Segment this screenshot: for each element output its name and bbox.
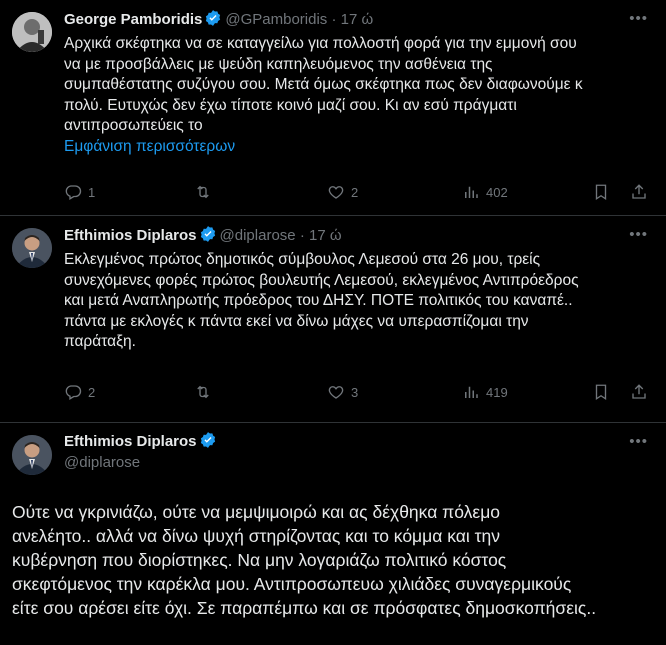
more-dots-icon[interactable]: ••• [629, 433, 648, 450]
views-icon [465, 386, 478, 398]
tweet-line: κυβέρνηση που διορίστηκες. Να μην λογαρι… [12, 550, 507, 570]
tweet-line: αντιπροσωπεύεις το [64, 117, 203, 134]
tweet-line: Αρχικά σκέφτηκα να σε καταγγείλω για πολ… [64, 35, 577, 52]
bookmark-button[interactable] [592, 383, 616, 401]
tweet-text: Ούτε να γκρινιάζω, ούτε να μεμψιμοιρώ κα… [12, 500, 657, 620]
tweet[interactable]: George Pamboridis @GPamboridis · 17 ώ •••… [0, 0, 666, 216]
share-icon [632, 184, 646, 199]
bookmark-icon [595, 384, 607, 401]
author-name[interactable]: Efthimios Diplaros [64, 433, 197, 450]
tweet-actions: 1 2 402 [64, 183, 648, 203]
separator-dot: · [299, 227, 305, 244]
tweet-line: παράταξη. [64, 333, 136, 350]
share-button[interactable] [630, 183, 654, 201]
like-icon [328, 386, 344, 399]
tweet-text: Εκλεγμένος πρώτος δημοτικός σύμβουλος Λε… [64, 250, 654, 353]
reply-count: 1 [88, 184, 96, 200]
like-count: 2 [351, 184, 359, 200]
tweet-line: Ούτε να γκρινιάζω, ούτε να μεμψιμοιρώ κα… [12, 502, 501, 522]
tweet-line: πάντα με εκλογές κ πάντα εκεί να δίνω μά… [64, 312, 529, 330]
verified-badge-icon [206, 10, 221, 26]
views-count: 402 [486, 184, 508, 200]
bookmark-button[interactable] [592, 183, 616, 201]
reply-button[interactable]: 1 [64, 183, 95, 201]
bookmark-icon [595, 184, 607, 201]
views-button[interactable]: 402 [462, 183, 508, 201]
tweet-header: George Pamboridis @GPamboridis · 17 ώ [64, 9, 373, 29]
verified-badge-icon [200, 226, 215, 242]
avatar[interactable] [12, 12, 52, 52]
tweet-text: Αρχικά σκέφτηκα να σε καταγγείλω για πολ… [64, 34, 654, 157]
tweet-line: να με προσβάλλεις με ψεύδη καπηλευόμενος… [64, 55, 493, 73]
author-name[interactable]: Efthimios Diplaros [64, 227, 197, 244]
tweet-actions: 2 3 419 [64, 383, 648, 403]
separator-dot: · [331, 11, 337, 28]
share-icon [632, 384, 646, 399]
repost-icon [197, 185, 209, 199]
share-button[interactable] [630, 383, 654, 401]
author-name[interactable]: George Pamboridis [64, 11, 202, 28]
repost-button[interactable] [194, 183, 218, 201]
tweet-focused[interactable]: Efthimios Diplaros @diplarose ••• Ούτε ν… [0, 423, 666, 645]
repost-icon [197, 385, 209, 399]
repost-button[interactable] [194, 383, 218, 401]
tweet-line: πολύ. Ευτυχώς δεν έχω τίποτε κοινό μαζί … [64, 96, 517, 114]
avatar-image [12, 435, 52, 475]
timestamp[interactable]: 17 ώ [309, 227, 342, 244]
like-button[interactable]: 2 [327, 183, 358, 201]
author-handle[interactable]: @diplarose [64, 453, 140, 473]
reply-button[interactable]: 2 [64, 383, 95, 401]
author-handle[interactable]: @diplarose [220, 227, 296, 244]
tweet[interactable]: Efthimios Diplaros @diplarose · 17 ώ ••• … [0, 216, 666, 423]
avatar-image [12, 228, 52, 268]
views-button[interactable]: 419 [462, 383, 508, 401]
views-count: 419 [486, 384, 508, 400]
author-handle[interactable]: @GPamboridis [225, 11, 327, 28]
tweet-line: Εκλεγμένος πρώτος δημοτικός σύμβουλος Λε… [64, 251, 541, 268]
tweet-header: Efthimios Diplaros @diplarose · 17 ώ [64, 225, 342, 245]
views-icon [465, 186, 478, 198]
timestamp[interactable]: 17 ώ [341, 11, 374, 28]
verified-badge-icon [200, 432, 215, 448]
tweet-line: και μετά Αναπληρωτής πρόεδρος του ΔΗΣΥ. … [64, 292, 573, 309]
like-button[interactable]: 3 [327, 383, 358, 401]
more-dots-icon[interactable]: ••• [629, 226, 648, 243]
reply-icon [65, 185, 82, 200]
reply-count: 2 [88, 384, 96, 400]
reply-icon [65, 385, 82, 400]
tweet-line: συνεχόμενες φορές πρώτος βουλευτής Λεμεσ… [64, 271, 579, 289]
like-icon [328, 186, 344, 199]
tweet-line: συμπαθέστατης συζύγου σου. Μετά όμως σκέ… [64, 76, 583, 93]
tweet-line: ανελέητο.. αλλά να δίνω ψυχή στηρίζοντας… [12, 526, 501, 546]
tweet-line: σκεφτόμενος την καρέκλα μου. Αντιπροσωπε… [12, 574, 572, 594]
avatar-image [12, 12, 52, 52]
like-count: 3 [351, 384, 359, 400]
more-dots-icon[interactable]: ••• [629, 10, 648, 27]
avatar[interactable] [12, 435, 52, 475]
avatar[interactable] [12, 228, 52, 268]
tweet-line: είτε σου αρέσει είτε όχι. Σε παραπέμπω κ… [12, 598, 597, 618]
tweet-header: Efthimios Diplaros [64, 431, 220, 452]
show-more-link[interactable]: Εμφάνιση περισσότερων [64, 137, 654, 158]
